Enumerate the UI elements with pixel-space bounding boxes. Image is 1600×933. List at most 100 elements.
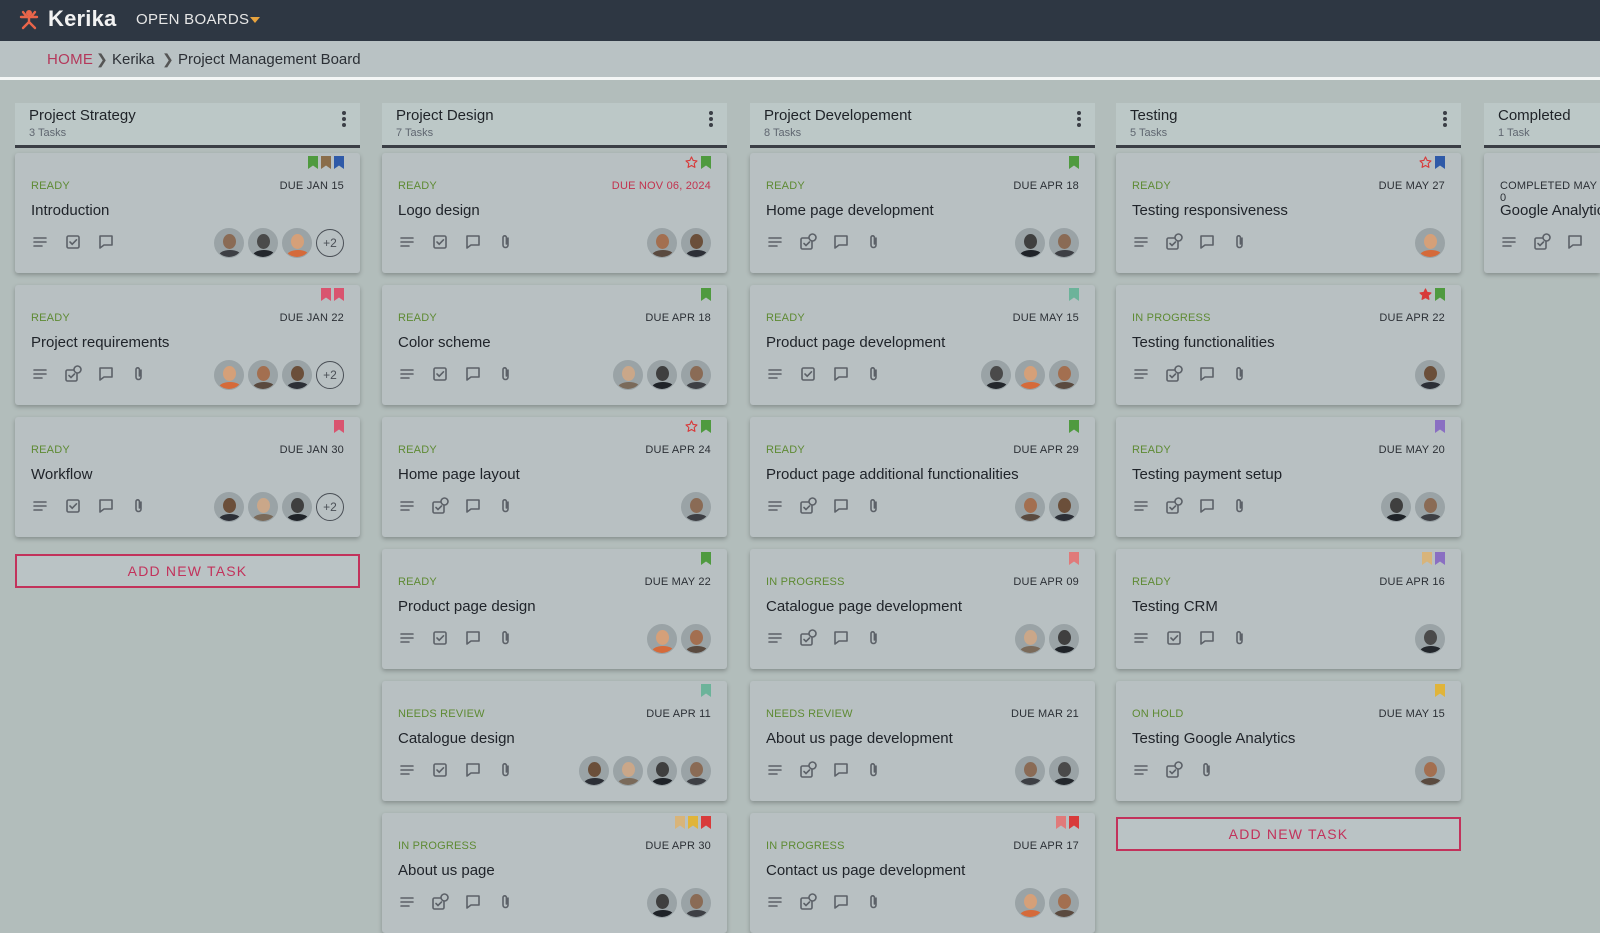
description-icon[interactable]	[398, 233, 416, 251]
star-icon[interactable]	[1419, 156, 1432, 169]
chat-icon[interactable]	[832, 233, 850, 251]
bookmark-tag-icon[interactable]	[1422, 552, 1432, 565]
task-card[interactable]: READY DUE MAY 15 Product page development	[750, 285, 1095, 405]
avatar[interactable]	[647, 360, 677, 390]
star-icon[interactable]	[685, 420, 698, 433]
avatar[interactable]	[981, 360, 1011, 390]
bookmark-tag-icon[interactable]	[334, 288, 344, 301]
breadcrumb-account[interactable]: Kerika	[112, 51, 155, 68]
task-title[interactable]: Testing Google Analytics	[1132, 730, 1295, 747]
checklist-count-icon[interactable]	[799, 497, 817, 515]
task-title[interactable]: Workflow	[31, 466, 92, 483]
bookmark-tag-icon[interactable]	[675, 816, 685, 829]
task-title[interactable]: Testing payment setup	[1132, 466, 1282, 483]
avatar[interactable]	[681, 492, 711, 522]
task-title[interactable]: Catalogue page development	[766, 598, 962, 615]
bookmark-tag-icon[interactable]	[308, 156, 318, 169]
task-card[interactable]: READY DUE NOV 06, 2024 Logo design	[382, 153, 727, 273]
task-card[interactable]: IN PROGRESS DUE APR 17 Contact us page dev…	[750, 813, 1095, 933]
avatar[interactable]	[681, 888, 711, 918]
bookmark-tag-icon[interactable]	[701, 816, 711, 829]
task-card[interactable]: READY DUE APR 18 Color scheme	[382, 285, 727, 405]
checklist-icon[interactable]	[64, 497, 82, 515]
checklist-icon[interactable]	[431, 761, 449, 779]
avatar[interactable]	[1415, 228, 1445, 258]
chat-icon[interactable]	[464, 893, 482, 911]
avatar[interactable]	[1015, 228, 1045, 258]
attachment-icon[interactable]	[865, 761, 883, 779]
description-icon[interactable]	[766, 365, 784, 383]
more-vert-icon[interactable]	[1077, 111, 1081, 129]
checklist-count-icon[interactable]	[1165, 497, 1183, 515]
avatar[interactable]	[214, 492, 244, 522]
checklist-icon[interactable]	[64, 233, 82, 251]
avatar[interactable]	[1415, 360, 1445, 390]
bookmark-tag-icon[interactable]	[1069, 420, 1079, 433]
bookmark-tag-icon[interactable]	[701, 288, 711, 301]
task-card[interactable]: READY DUE APR 18 Home page development	[750, 153, 1095, 273]
task-title[interactable]: Testing functionalities	[1132, 334, 1275, 351]
chat-icon[interactable]	[464, 761, 482, 779]
checklist-count-icon[interactable]	[431, 893, 449, 911]
avatar[interactable]	[1415, 492, 1445, 522]
checklist-icon[interactable]	[1165, 629, 1183, 647]
bookmark-tag-icon[interactable]	[1056, 816, 1066, 829]
chat-icon[interactable]	[1198, 233, 1216, 251]
task-title[interactable]: Product page development	[766, 334, 945, 351]
task-title[interactable]: Color scheme	[398, 334, 491, 351]
bookmark-tag-icon[interactable]	[1435, 420, 1445, 433]
task-title[interactable]: About us page	[398, 862, 495, 879]
attachment-icon[interactable]	[130, 365, 148, 383]
checklist-count-icon[interactable]	[1533, 233, 1551, 251]
bookmark-tag-icon[interactable]	[688, 816, 698, 829]
checklist-count-icon[interactable]	[799, 233, 817, 251]
chat-icon[interactable]	[832, 497, 850, 515]
checklist-count-icon[interactable]	[64, 365, 82, 383]
task-card[interactable]: READY DUE JAN 22 Project requirements +2	[15, 285, 360, 405]
bookmark-tag-icon[interactable]	[701, 156, 711, 169]
bookmark-tag-icon[interactable]	[1435, 552, 1445, 565]
avatar[interactable]	[681, 624, 711, 654]
attachment-icon[interactable]	[130, 497, 148, 515]
description-icon[interactable]	[1500, 233, 1518, 251]
bookmark-tag-icon[interactable]	[1069, 816, 1079, 829]
description-icon[interactable]	[1132, 233, 1150, 251]
avatar[interactable]	[1015, 756, 1045, 786]
bookmark-tag-icon[interactable]	[1435, 288, 1445, 301]
avatar[interactable]	[1049, 360, 1079, 390]
description-icon[interactable]	[766, 761, 784, 779]
chat-icon[interactable]	[97, 233, 115, 251]
bookmark-tag-icon[interactable]	[321, 288, 331, 301]
task-card[interactable]: NEEDS REVIEW DUE MAR 21 About us page deve…	[750, 681, 1095, 801]
more-assignees-badge[interactable]: +2	[316, 493, 344, 521]
description-icon[interactable]	[766, 893, 784, 911]
description-icon[interactable]	[1132, 761, 1150, 779]
task-title[interactable]: Testing CRM	[1132, 598, 1218, 615]
add-new-task-button[interactable]: ADD NEW TASK	[15, 554, 360, 588]
attachment-icon[interactable]	[865, 893, 883, 911]
avatar[interactable]	[647, 624, 677, 654]
attachment-icon[interactable]	[1231, 629, 1249, 647]
attachment-icon[interactable]	[865, 629, 883, 647]
avatar[interactable]	[613, 360, 643, 390]
avatar[interactable]	[647, 228, 677, 258]
add-new-task-button[interactable]: ADD NEW TASK	[1116, 817, 1461, 851]
more-assignees-badge[interactable]: +2	[316, 361, 344, 389]
task-card[interactable]: READY DUE MAY 22 Product page design	[382, 549, 727, 669]
task-title[interactable]: Home page layout	[398, 466, 520, 483]
chat-icon[interactable]	[464, 497, 482, 515]
avatar[interactable]	[1049, 888, 1079, 918]
avatar[interactable]	[681, 228, 711, 258]
task-card[interactable]: NEEDS REVIEW DUE APR 11 Catalogue design	[382, 681, 727, 801]
description-icon[interactable]	[766, 629, 784, 647]
attachment-icon[interactable]	[497, 893, 515, 911]
avatar[interactable]	[282, 228, 312, 258]
chat-icon[interactable]	[832, 761, 850, 779]
column-title[interactable]: Project Strategy	[29, 107, 136, 124]
attachment-icon[interactable]	[1198, 761, 1216, 779]
attachment-icon[interactable]	[865, 497, 883, 515]
chat-icon[interactable]	[1198, 497, 1216, 515]
open-boards-menu[interactable]: OPEN BOARDS	[136, 11, 249, 28]
task-card[interactable]: READY DUE JAN 30 Workflow +2	[15, 417, 360, 537]
avatar[interactable]	[1381, 492, 1411, 522]
